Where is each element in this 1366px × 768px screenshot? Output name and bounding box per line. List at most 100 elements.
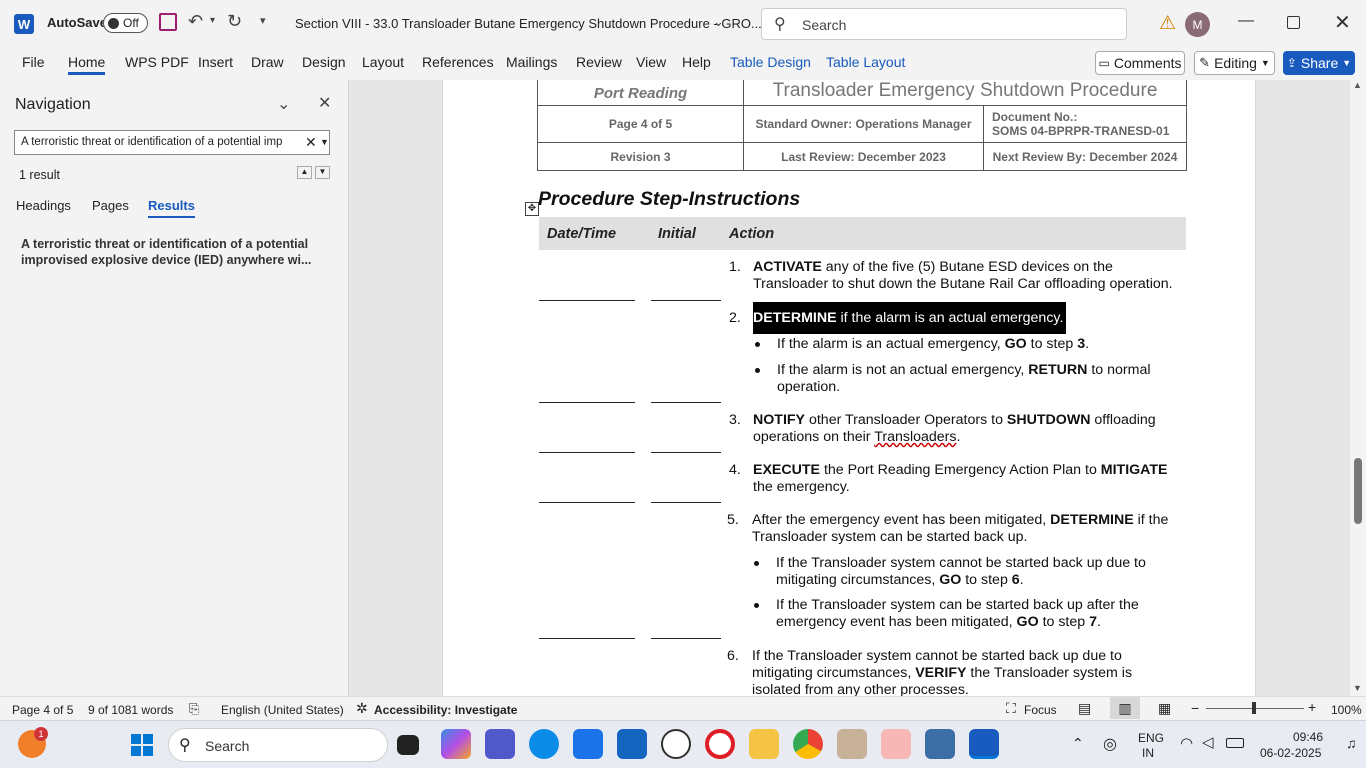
chevron-down-icon[interactable]: ▼ [320,137,329,147]
input-language-region[interactable]: IN [1142,746,1154,760]
initial-blank[interactable] [651,402,721,403]
warning-icon[interactable]: ⚠ [1159,12,1176,35]
zoom-slider-thumb[interactable] [1252,702,1256,714]
read-mode-icon[interactable]: ▤ [1078,700,1091,717]
initial-blank[interactable] [651,502,721,503]
tab-view[interactable]: View [636,54,666,70]
clock-time[interactable]: 09:46 [1293,730,1323,744]
date-blank[interactable] [539,402,635,403]
scroll-up-icon[interactable]: ▲ [1353,80,1362,90]
proofing-icon[interactable]: ⎘ [189,701,199,717]
clear-icon[interactable]: ✕ [305,134,317,151]
input-language[interactable]: ENG [1138,731,1164,745]
editing-button[interactable]: ✎ Editing ▼ [1194,51,1275,75]
chevron-up-icon[interactable]: ⌃ [1072,735,1084,752]
tab-results[interactable]: Results [148,198,195,218]
store-icon[interactable] [573,729,603,759]
table-move-handle-icon[interactable]: ✥ [525,202,539,216]
print-layout-icon[interactable]: ▥ [1110,697,1140,719]
save-icon[interactable] [159,13,177,31]
chrome-icon[interactable] [793,729,823,759]
word-app-icon[interactable]: W [14,14,34,34]
maximize-icon[interactable] [1287,16,1300,29]
clock-date[interactable]: 06-02-2025 [1260,746,1321,760]
undo-dropdown-icon[interactable]: ▾ [210,15,215,26]
app-icon[interactable] [881,729,911,759]
status-words[interactable]: 9 of 1081 words [88,703,173,717]
next-result-icon[interactable]: ▼ [315,166,330,179]
status-page[interactable]: Page 4 of 5 [12,703,73,717]
date-blank[interactable] [539,638,635,639]
tab-references[interactable]: References [422,54,494,70]
start-button-icon[interactable] [131,734,153,756]
tab-layout[interactable]: Layout [362,54,404,70]
tab-table-layout[interactable]: Table Layout [826,54,905,70]
vertical-scrollbar[interactable]: ▲ ▼ [1350,80,1366,696]
tab-draw[interactable]: Draw [251,54,284,70]
search-box[interactable]: ⚲ Search [761,8,1127,40]
chevron-down-icon[interactable]: ⌄ [713,14,724,30]
share-button[interactable]: ⇪ Share ▼ [1283,51,1355,75]
scroll-thumb[interactable] [1354,458,1362,524]
zoom-out-icon[interactable]: − [1191,700,1199,716]
status-language[interactable]: English (United States) [221,703,344,717]
scroll-down-icon[interactable]: ▼ [1353,683,1362,693]
word-taskbar-icon[interactable] [969,729,999,759]
tab-pages[interactable]: Pages [92,198,129,213]
tab-mailings[interactable]: Mailings [506,54,557,70]
opera-icon[interactable] [705,729,735,759]
app-icon[interactable] [925,729,955,759]
redo-icon[interactable]: ↻ [227,11,242,32]
taskbar-search[interactable]: ⚲ Search [168,728,388,762]
date-blank[interactable] [539,452,635,453]
dell-icon[interactable] [661,729,691,759]
network-status-icon[interactable]: ◎ [1103,734,1117,754]
nav-search-input[interactable]: A terroristic threat or identification o… [14,130,330,155]
tab-help[interactable]: Help [682,54,711,70]
initial-blank[interactable] [651,638,721,639]
wifi-icon[interactable]: ◠ [1180,734,1193,752]
date-blank[interactable] [539,300,635,301]
battery-icon[interactable] [1226,738,1244,748]
document-page[interactable]: Port Reading Transloader Emergency Shutd… [442,80,1256,696]
close-icon[interactable]: ✕ [1334,10,1351,35]
status-accessibility[interactable]: Accessibility: Investigate [374,703,517,717]
minimize-icon[interactable]: — [1238,12,1254,30]
customize-toolbar-icon[interactable]: ▾ [260,14,266,27]
edge-icon[interactable] [529,729,559,759]
autosave-toggle[interactable]: Off [103,13,148,33]
tab-file[interactable]: File [22,54,45,70]
avatar[interactable]: M [1185,12,1210,37]
notifications-icon[interactable]: ♫ [1346,735,1357,751]
focus-icon[interactable]: ⛶ [1006,700,1016,717]
close-icon[interactable]: ✕ [318,93,331,113]
tab-wps-pdf[interactable]: WPS PDF [125,54,189,70]
comments-button[interactable]: ▭ Comments [1095,51,1185,75]
tab-home[interactable]: Home [68,54,106,75]
task-view-icon[interactable] [397,735,419,755]
zoom-slider[interactable] [1206,702,1304,714]
tab-insert[interactable]: Insert [198,54,233,70]
volume-icon[interactable]: ◁ [1202,733,1214,751]
tab-table-design[interactable]: Table Design [730,54,811,70]
undo-icon[interactable]: ↶ [188,11,203,32]
search-result-item[interactable]: A terroristic threat or identification o… [21,236,321,268]
previous-result-icon[interactable]: ▲ [297,166,312,179]
document-title[interactable]: Section VIII - 33.0 Transloader Butane E… [295,16,762,31]
tab-design[interactable]: Design [302,54,346,70]
initial-blank[interactable] [651,452,721,453]
tab-review[interactable]: Review [576,54,622,70]
web-layout-icon[interactable]: ▦ [1158,700,1171,717]
app-icon[interactable] [837,729,867,759]
app-icon[interactable] [617,729,647,759]
copilot-icon[interactable] [441,729,471,759]
date-blank[interactable] [539,502,635,503]
teams-icon[interactable] [485,729,515,759]
zoom-in-icon[interactable]: + [1308,699,1316,715]
initial-blank[interactable] [651,300,721,301]
file-explorer-icon[interactable] [749,729,779,759]
status-focus[interactable]: Focus [1024,703,1057,717]
tab-headings[interactable]: Headings [16,198,71,213]
nav-options-icon[interactable]: ⌄ [277,94,290,114]
zoom-level[interactable]: 100% [1331,703,1362,717]
